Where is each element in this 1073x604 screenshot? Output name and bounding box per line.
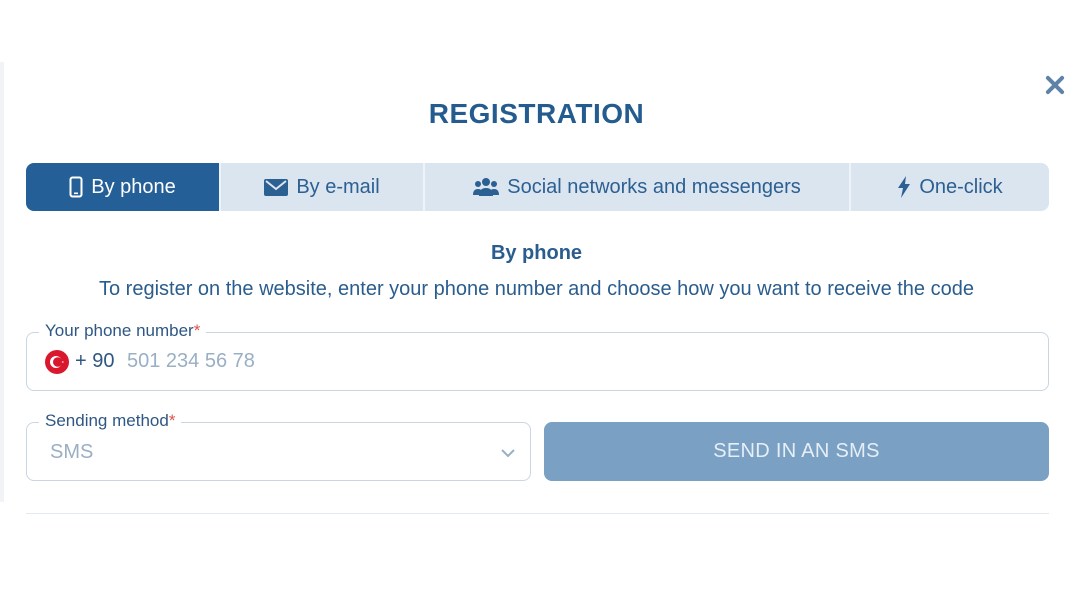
required-mark: * (193, 321, 201, 340)
phone-field: Your phone number* + 90 (26, 321, 1049, 391)
phone-input[interactable] (127, 345, 1007, 377)
registration-tabs: By phone By e-mail Social networks and m… (26, 163, 1049, 211)
sending-method-value: SMS (50, 441, 94, 463)
lightning-icon (897, 176, 911, 198)
tab-label: By phone (91, 175, 176, 198)
phone-field-label: Your phone number* (39, 321, 207, 341)
tab-label: By e-mail (296, 175, 380, 198)
divider (26, 513, 1049, 514)
sending-method-select[interactable]: Sending method* SMS (26, 411, 531, 481)
phone-icon (69, 176, 83, 198)
section-description: To register on the website, enter your p… (99, 278, 974, 300)
envelope-icon (264, 178, 289, 196)
sending-method-label: Sending method* (39, 411, 182, 431)
chevron-down-icon[interactable] (500, 445, 516, 463)
send-sms-button[interactable]: SEND IN AN SMS (544, 422, 1049, 481)
tab-one-click[interactable]: One-click (851, 163, 1049, 211)
tab-by-email[interactable]: By e-mail (221, 163, 425, 211)
close-icon[interactable] (1042, 72, 1068, 98)
turkey-flag-icon[interactable] (45, 350, 69, 374)
required-mark: * (168, 411, 176, 430)
country-code: + 90 (75, 350, 115, 372)
modal-title: REGISTRATION (428, 98, 645, 129)
users-icon (473, 177, 500, 197)
tab-label: Social networks and messengers (507, 175, 801, 198)
tab-by-phone[interactable]: By phone (26, 163, 221, 211)
tab-social-networks[interactable]: Social networks and messengers (425, 163, 851, 211)
tab-label: One-click (919, 175, 1003, 198)
section-title: By phone (490, 242, 583, 264)
